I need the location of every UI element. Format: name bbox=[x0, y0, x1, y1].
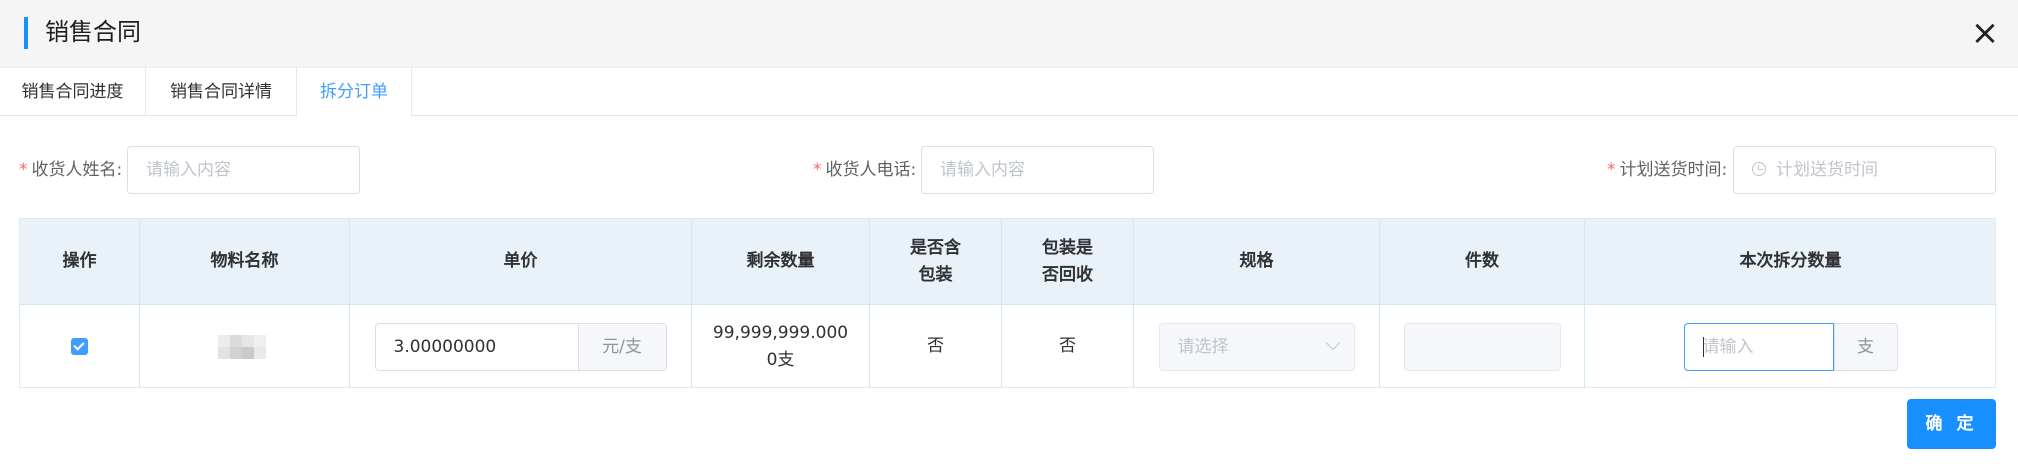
header-spec: 规格 bbox=[1134, 219, 1380, 304]
pieces-input[interactable] bbox=[1403, 322, 1561, 371]
header-unit-price: 单价 bbox=[350, 219, 692, 304]
clock-icon bbox=[1752, 162, 1766, 176]
header-has-packaging: 是否含 包装 bbox=[870, 219, 1002, 304]
tab-contract-details[interactable]: 销售合同详情 bbox=[145, 68, 296, 116]
receiver-phone-label: * 收货人电话: bbox=[813, 160, 917, 180]
material-name-redacted bbox=[212, 333, 278, 361]
header-pieces: 件数 bbox=[1380, 219, 1585, 304]
delivery-time-label: * 计划送货时间: bbox=[1607, 160, 1728, 180]
row-checkbox[interactable] bbox=[71, 338, 88, 355]
receiver-name-label: * 收货人姓名: bbox=[19, 160, 123, 180]
delivery-time-picker[interactable]: 计划送货时间 bbox=[1733, 146, 1996, 194]
required-mark: * bbox=[1607, 160, 1616, 180]
header-remaining-qty: 剩余数量 bbox=[692, 219, 870, 304]
tab-bar: 销售合同进度 销售合同详情 拆分订单 bbox=[0, 68, 2018, 117]
header-split-qty: 本次拆分数量 bbox=[1739, 251, 1842, 271]
tab-contract-progress[interactable]: 销售合同进度 bbox=[0, 68, 145, 116]
title-accent-bar bbox=[24, 17, 28, 49]
has-packaging-cell: 否 bbox=[870, 304, 1002, 388]
header-packaging-recycled: 包装是 否回收 bbox=[1002, 219, 1134, 304]
confirm-button[interactable]: 确 定 bbox=[1907, 399, 1996, 449]
header-action: 操作 bbox=[20, 219, 140, 304]
split-qty-suffix: 支 bbox=[1833, 322, 1898, 371]
unit-price-suffix: 元/支 bbox=[577, 322, 667, 371]
split-order-table: 操作 物料名称 单价 剩余数量 是否含 包装 包装是 否回收 规格 件数 本次拆分数… bbox=[19, 218, 1996, 388]
unit-price-input[interactable]: 3.00000000 bbox=[374, 322, 578, 371]
required-mark: * bbox=[813, 160, 822, 180]
row-select-cell bbox=[20, 304, 140, 388]
delivery-time-placeholder: 计划送货时间 bbox=[1776, 160, 1878, 180]
unit-price-input-group: 3.00000000 元/支 bbox=[374, 322, 667, 371]
spec-cell: 请选择 bbox=[1134, 304, 1380, 388]
spec-select[interactable]: 请选择 bbox=[1158, 322, 1355, 371]
dialog-title: 销售合同 bbox=[45, 18, 141, 46]
material-name-cell bbox=[140, 304, 350, 388]
remaining-qty-cell: 99,999,999.000 0支 bbox=[692, 304, 870, 388]
split-qty-input-group: 请输入 支 bbox=[1683, 322, 1898, 371]
dialog-header: 销售合同 × bbox=[0, 0, 2018, 68]
text-cursor bbox=[1702, 336, 1704, 357]
close-icon[interactable]: × bbox=[1970, 16, 2000, 50]
required-mark: * bbox=[19, 160, 28, 180]
packaging-recycled-cell: 否 bbox=[1002, 304, 1134, 388]
header-material-name: 物料名称 bbox=[140, 219, 350, 304]
split-qty-input[interactable]: 请输入 bbox=[1683, 322, 1834, 371]
split-qty-placeholder: 请输入 bbox=[1702, 336, 1754, 357]
unit-price-cell: 3.00000000 元/支 bbox=[350, 304, 692, 388]
pieces-cell bbox=[1380, 304, 1585, 388]
receiver-name-input[interactable]: 请输入内容 bbox=[127, 146, 360, 194]
receiver-phone-input[interactable]: 请输入内容 bbox=[921, 146, 1154, 194]
table-header: 操作 物料名称 单价 剩余数量 是否含 包装 包装是 否回收 规格 件数 本次拆分数… bbox=[20, 219, 1995, 304]
tab-split-order[interactable]: 拆分订单 bbox=[296, 68, 412, 117]
spec-select-placeholder: 请选择 bbox=[1177, 336, 1229, 357]
split-qty-cell: 请输入 支 bbox=[1585, 304, 1996, 388]
chevron-down-icon bbox=[1325, 335, 1340, 350]
remaining-qty-value: 99,999,999.000 0支 bbox=[712, 322, 849, 370]
